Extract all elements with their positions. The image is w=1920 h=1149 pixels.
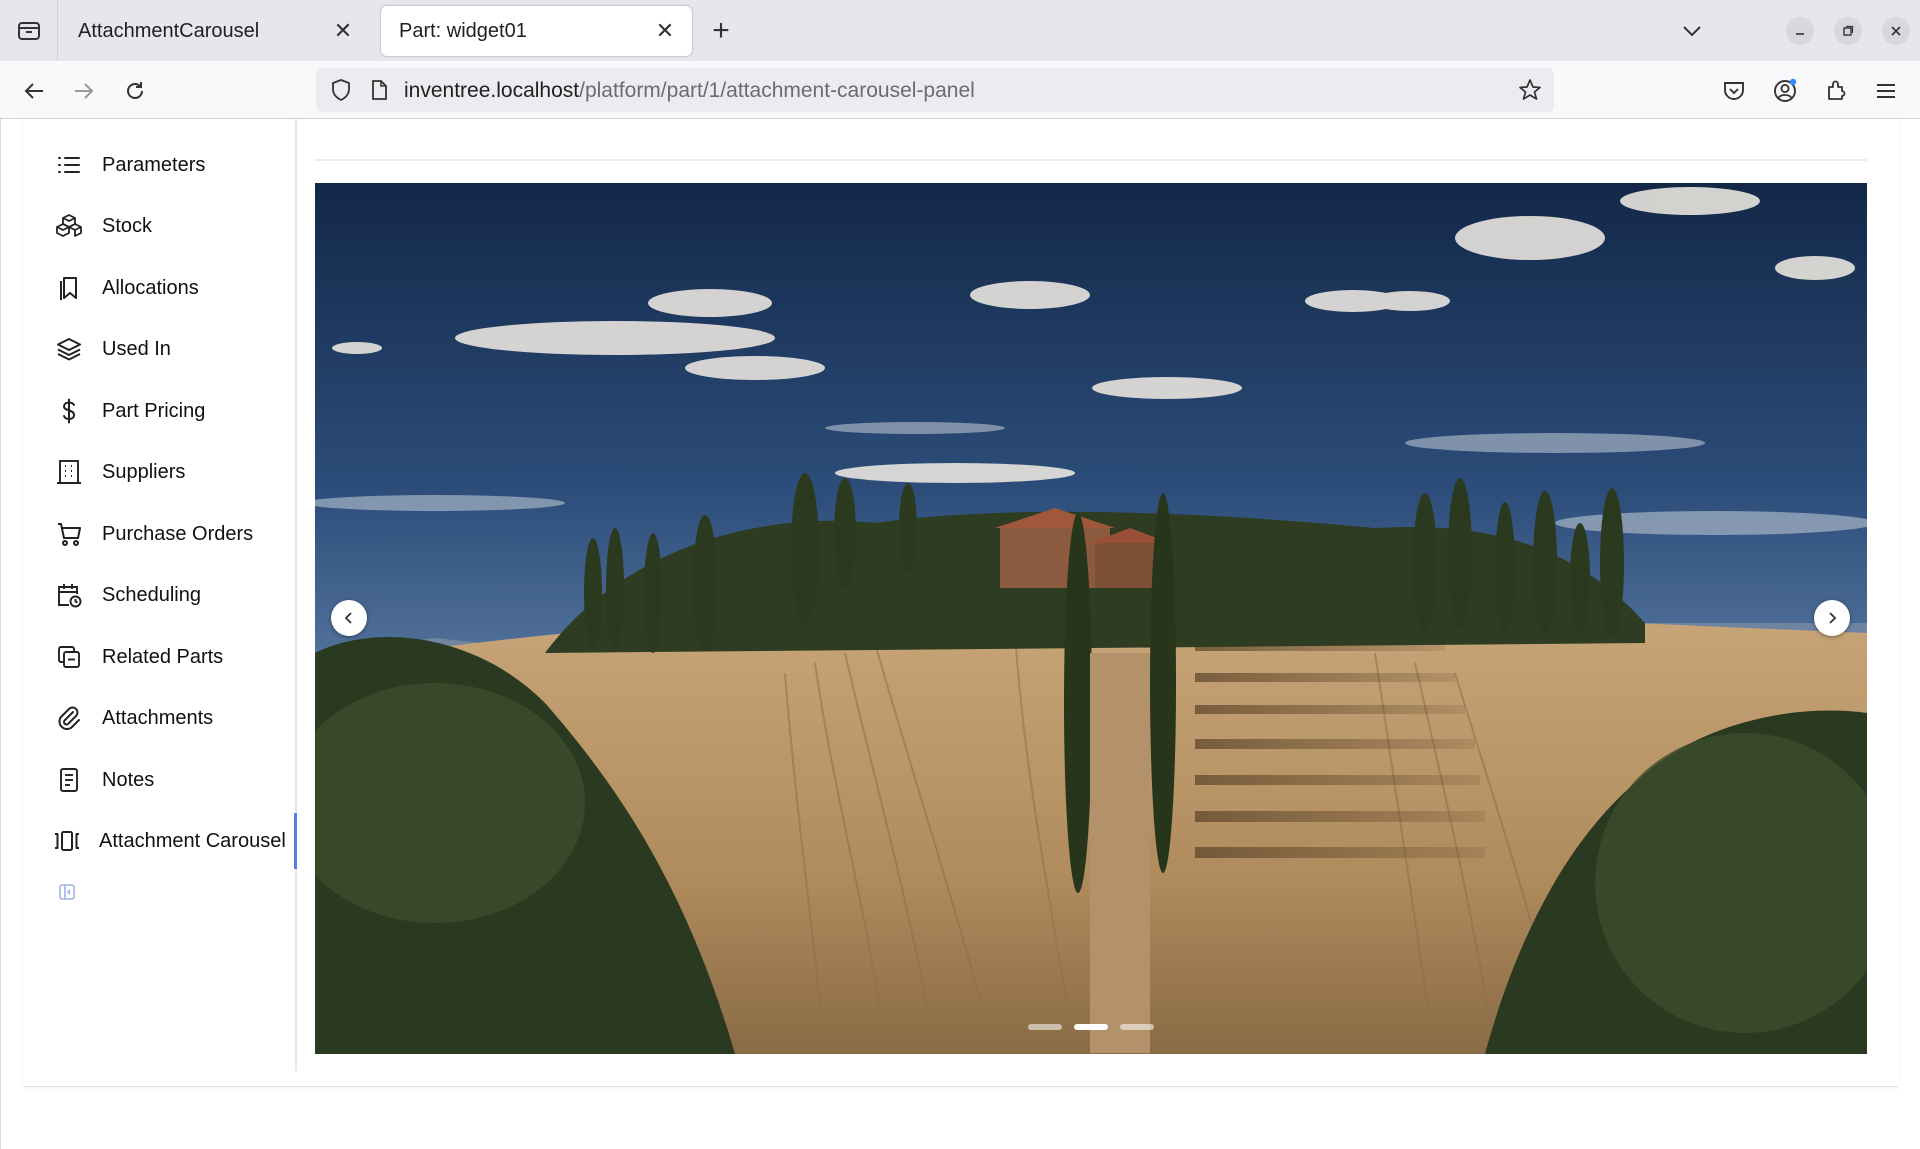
sidebar-item-used-in[interactable]: Used In — [23, 321, 297, 377]
sidebar-item-stock[interactable]: Stock — [23, 198, 297, 254]
sidebar-item-scheduling[interactable]: Scheduling — [23, 567, 297, 623]
sidebar-item-label: Notes — [102, 768, 155, 791]
url-text[interactable]: inventree.localhost/platform/part/1/atta… — [404, 79, 975, 103]
copy-icon — [58, 646, 80, 668]
sidebar-item-parameters[interactable]: Parameters — [23, 137, 297, 193]
carousel-indicator[interactable] — [1120, 1024, 1154, 1030]
sidebar-item-label: Used In — [102, 337, 171, 360]
browser-tab[interactable]: AttachmentCarousel ✕ — [60, 6, 370, 56]
carousel-icon — [55, 831, 79, 851]
minimize-icon[interactable] — [1786, 17, 1814, 45]
part-sidebar: Parameters Stock Allocations Used In Par… — [23, 119, 297, 1071]
hamburger-icon[interactable] — [1869, 74, 1903, 108]
note-icon — [60, 768, 78, 792]
browser-tab-active[interactable]: Part: widget01 ✕ — [381, 6, 692, 56]
sidebar-item-attachments[interactable]: Attachments — [23, 690, 297, 746]
chevron-left-icon — [344, 612, 352, 624]
carousel-prev-button[interactable] — [331, 600, 367, 636]
sidebar-item-label: Attachment Carousel — [99, 829, 286, 852]
sidebar-item-related-parts[interactable]: Related Parts — [23, 629, 297, 685]
carousel-indicators — [1028, 1024, 1154, 1030]
carousel-next-button[interactable] — [1814, 600, 1850, 636]
sidebar-item-label: Suppliers — [102, 460, 186, 483]
puzzle-icon[interactable] — [1819, 74, 1853, 108]
sidebar-item-label: Purchase Orders — [102, 522, 254, 545]
calendar-clock-icon — [58, 584, 82, 608]
plus-icon[interactable]: + — [704, 14, 738, 48]
sidebar-item-part-pricing[interactable]: Part Pricing — [23, 383, 297, 439]
chevron-down-icon[interactable] — [1675, 14, 1709, 48]
chevron-right-icon — [1829, 612, 1837, 624]
carousel-indicator-active[interactable] — [1074, 1024, 1108, 1030]
sidebar-collapse-icon[interactable] — [57, 882, 77, 902]
cart-icon — [58, 523, 81, 546]
pocket-icon[interactable] — [1717, 74, 1751, 108]
window-close-icon[interactable] — [1882, 17, 1910, 45]
bookmark-icon — [60, 277, 77, 300]
arrow-right-icon[interactable] — [67, 74, 101, 108]
sidebar-item-label: Allocations — [102, 276, 199, 299]
sidebar-item-label: Related Parts — [102, 645, 224, 668]
sidebar-item-label: Part Pricing — [102, 399, 206, 422]
paperclip-icon — [58, 706, 80, 730]
page-content: Parameters Stock Allocations Used In Par… — [0, 119, 1920, 1149]
address-bar[interactable]: inventree.localhost/platform/part/1/atta… — [316, 68, 1554, 112]
boxes-icon — [56, 214, 82, 237]
browser-toolbar: inventree.localhost/platform/part/1/atta… — [0, 61, 1920, 119]
sidebar-item-suppliers[interactable]: Suppliers — [23, 444, 297, 500]
sidebar-item-label: Scheduling — [102, 583, 201, 606]
sidebar-item-allocations[interactable]: Allocations — [23, 260, 297, 316]
arrow-left-icon[interactable] — [17, 74, 51, 108]
tab-title: AttachmentCarousel — [78, 19, 260, 42]
building-icon — [57, 460, 81, 484]
panel-card: Parameters Stock Allocations Used In Par… — [23, 119, 1899, 1087]
tab-list-icon[interactable] — [0, 0, 58, 61]
url-host: inventree.localhost — [404, 79, 580, 102]
dollar-icon — [62, 398, 76, 424]
tab-title: Part: widget01 — [399, 19, 527, 42]
carousel-indicator[interactable] — [1028, 1024, 1062, 1030]
stack-icon — [57, 338, 81, 361]
account-icon[interactable] — [1768, 74, 1802, 108]
sidebar-item-label: Stock — [102, 214, 153, 237]
close-icon[interactable]: ✕ — [330, 18, 356, 44]
reload-icon[interactable] — [118, 74, 152, 108]
sidebar-item-label: Attachments — [102, 706, 214, 729]
browser-tab-bar: AttachmentCarousel ✕ Part: widget01 ✕ + — [0, 0, 1920, 61]
star-icon[interactable] — [1518, 78, 1542, 107]
sidebar-item-attachment-carousel[interactable]: Attachment Carousel — [23, 813, 297, 869]
close-icon[interactable]: ✕ — [652, 18, 678, 44]
sidebar-item-notes[interactable]: Notes — [23, 752, 297, 808]
sidebar-item-purchase-orders[interactable]: Purchase Orders — [23, 506, 297, 562]
page-icon[interactable] — [370, 79, 388, 106]
carousel-slide-image — [315, 183, 1867, 1054]
attachment-carousel[interactable] — [315, 183, 1867, 1054]
shield-icon[interactable] — [330, 78, 352, 107]
list-icon — [58, 157, 80, 173]
url-path: /platform/part/1/attachment-carousel-pan… — [579, 79, 975, 102]
sidebar-item-label: Parameters — [102, 153, 206, 176]
restore-icon[interactable] — [1834, 17, 1862, 45]
panel-divider — [315, 159, 1867, 161]
